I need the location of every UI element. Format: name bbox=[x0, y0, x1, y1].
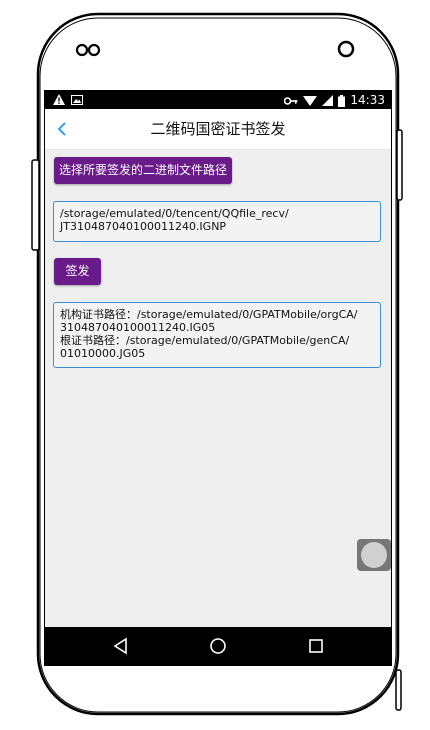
nav-back-button[interactable] bbox=[111, 636, 131, 656]
root-cert-file-line: 01010000.JG05 bbox=[60, 347, 146, 360]
signal-icon bbox=[322, 95, 334, 106]
result-output-field[interactable]: 机构证书路径：/storage/emulated/0/GPATMobile/or… bbox=[53, 302, 381, 368]
status-bar: 14:33 bbox=[45, 92, 391, 109]
file-path-field[interactable]: /storage/emulated/0/tencent/QQfile_recv/… bbox=[53, 201, 381, 242]
recents-square-icon bbox=[309, 639, 323, 653]
file-path-line: /storage/emulated/0/tencent/QQfile_recv/ bbox=[60, 207, 289, 220]
status-time: 14:33 bbox=[350, 93, 385, 107]
app-bar: 二维码国密证书签发 bbox=[45, 109, 391, 150]
wifi-icon bbox=[303, 96, 318, 106]
warning-icon bbox=[53, 94, 65, 105]
home-circle-icon bbox=[210, 638, 226, 654]
root-cert-path-line: 根证书路径：/storage/emulated/0/GPATMobile/gen… bbox=[60, 334, 350, 347]
image-icon bbox=[71, 95, 83, 105]
back-button[interactable] bbox=[51, 117, 73, 141]
choose-file-path-button[interactable]: 选择所要签发的二进制文件路径 bbox=[54, 157, 232, 184]
file-path-line: JT310487040100011240.IGNP bbox=[60, 220, 227, 233]
circle-icon bbox=[361, 542, 387, 568]
org-cert-path-line: 机构证书路径：/storage/emulated/0/GPATMobile/or… bbox=[60, 308, 358, 321]
battery-icon bbox=[338, 94, 346, 107]
sign-button[interactable]: 签发 bbox=[54, 258, 101, 285]
key-icon bbox=[284, 96, 298, 105]
navigation-bar bbox=[45, 627, 391, 664]
page-title: 二维码国密证书签发 bbox=[150, 120, 286, 138]
floating-action-button[interactable] bbox=[357, 539, 391, 571]
nav-recents-button[interactable] bbox=[306, 636, 326, 656]
back-triangle-icon bbox=[113, 637, 127, 655]
main-content: 选择所要签发的二进制文件路径 /storage/emulated/0/tence… bbox=[45, 150, 391, 627]
nav-home-button[interactable] bbox=[208, 636, 228, 656]
org-cert-file-line: 310487040100011240.IG05 bbox=[60, 321, 216, 334]
chevron-left-icon bbox=[57, 122, 66, 136]
